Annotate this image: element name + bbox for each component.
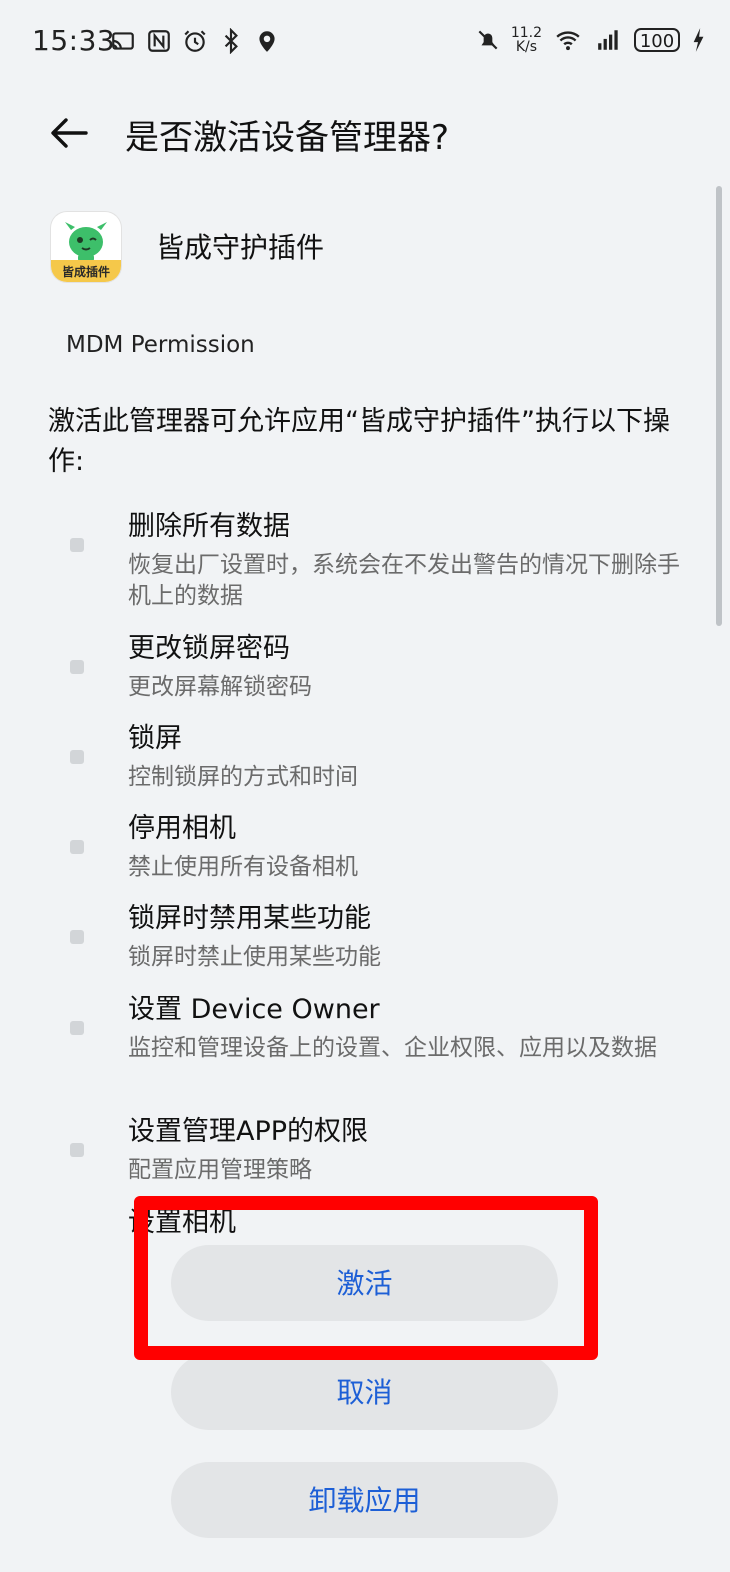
wifi-icon <box>552 27 584 53</box>
permission-title: 锁屏 <box>128 723 182 754</box>
cast-icon <box>110 28 136 54</box>
permission-bullet <box>70 930 84 944</box>
permission-title: 更改锁屏密码 <box>128 633 290 664</box>
permission-desc: 禁止使用所有设备相机 <box>128 854 358 880</box>
permission-desc: 控制锁屏的方式和时间 <box>128 764 358 790</box>
alarm-icon <box>182 28 208 54</box>
signal-icon <box>594 27 624 53</box>
status-bar: 15:33 11.2 K/s 100 <box>0 0 730 88</box>
net-speed-unit: K/s <box>515 39 538 55</box>
app-icon: 皆成插件 <box>51 212 121 282</box>
charging-icon <box>690 27 706 53</box>
uninstall-button[interactable]: 卸载应用 <box>171 1462 558 1538</box>
scrollbar[interactable] <box>716 186 722 626</box>
header: 是否激活设备管理器? <box>0 88 730 178</box>
status-right-icons: 11.2 K/s 100 <box>475 26 706 54</box>
permission-desc: 监控和管理设备上的设置、企业权限、应用以及数据 <box>128 1035 657 1061</box>
permission-desc: 更改屏幕解锁密码 <box>128 674 312 700</box>
permission-bullet <box>70 538 84 552</box>
permission-bullet <box>70 1021 84 1035</box>
nfc-icon <box>146 28 172 54</box>
back-button[interactable] <box>44 108 94 158</box>
permission-bullet <box>70 840 84 854</box>
app-subtitle: MDM Permission <box>66 332 255 358</box>
permission-title: 锁屏时禁用某些功能 <box>128 903 371 934</box>
permission-bullet <box>70 750 84 764</box>
permission-title: 设置 Device Owner <box>128 994 380 1025</box>
permission-desc: 恢复出厂设置时，系统会在不发出警告的情况下删除手机上的数据 <box>128 552 680 609</box>
app-icon-label: 皆成插件 <box>61 265 110 279</box>
battery-level: 100 <box>634 28 680 52</box>
net-speed-value: 11.2 <box>510 25 542 41</box>
bluetooth-icon <box>218 28 244 54</box>
net-speed: 11.2 K/s <box>511 26 542 54</box>
permission-title: 删除所有数据 <box>128 511 290 542</box>
permission-title: 停用相机 <box>128 813 236 844</box>
description: 激活此管理器可允许应用“皆成守护插件”执行以下操作: <box>48 406 670 477</box>
status-left-icons <box>110 28 280 54</box>
permission-desc: 锁屏时禁止使用某些功能 <box>128 944 381 970</box>
permission-title: 设置管理APP的权限 <box>128 1116 369 1147</box>
partial-permission-title: 设置相机 <box>128 1207 236 1238</box>
permission-desc: 配置应用管理策略 <box>128 1157 312 1183</box>
page-title: 是否激活设备管理器? <box>125 118 450 158</box>
status-time: 15:33 <box>32 24 116 57</box>
mute-icon <box>475 27 501 53</box>
permission-bullet <box>70 660 84 674</box>
permission-bullet <box>70 1143 84 1157</box>
cancel-button[interactable]: 取消 <box>171 1354 558 1430</box>
app-name: 皆成守护插件 <box>156 231 325 264</box>
back-arrow-icon <box>44 108 94 158</box>
activate-button[interactable]: 激活 <box>171 1245 558 1321</box>
battery-icon: 100 <box>634 28 680 52</box>
location-icon <box>254 28 280 54</box>
